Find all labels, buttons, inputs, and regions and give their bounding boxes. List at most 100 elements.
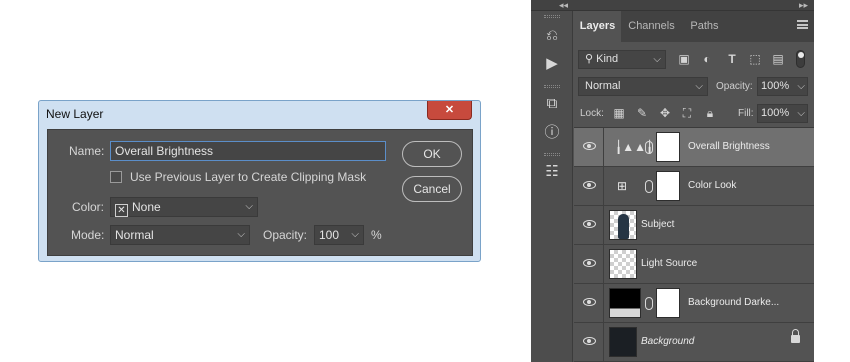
name-label: Name:	[69, 144, 105, 158]
layer-mask-thumbnail[interactable]	[656, 288, 680, 318]
panel-menu-icon[interactable]	[797, 20, 808, 29]
curves-adjustment-icon[interactable]: ⊞	[617, 179, 627, 193]
layer-opacity-label: Opacity:	[716, 81, 753, 92]
fill-input[interactable]: 100% ⌵	[757, 104, 808, 123]
mode-select-value: Normal	[115, 228, 154, 242]
chevron-down-icon[interactable]: ⌵	[351, 226, 359, 244]
history-icon[interactable]: ⎌	[539, 25, 565, 47]
gradient-adjustment-thumbnail[interactable]	[609, 288, 641, 318]
filter-kind-value: Kind	[596, 53, 619, 65]
new-layer-dialog: New Layer ✕ Name: Overall Brightness OK …	[38, 100, 481, 262]
grip-handle[interactable]	[544, 85, 560, 88]
chevron-down-icon[interactable]: ⌵	[797, 105, 805, 122]
blend-mode-select[interactable]: Normal ⌵	[578, 77, 708, 96]
layer-mask-thumbnail[interactable]	[656, 132, 680, 162]
collapse-right-icon[interactable]: ▸▸	[799, 0, 808, 10]
layer-row-color-look[interactable]: ⊞ Color Look	[574, 167, 814, 206]
layer-opacity-input[interactable]: 100% ⌵	[757, 77, 808, 96]
opacity-input[interactable]: 100 ⌵	[314, 225, 364, 245]
link-icon[interactable]	[645, 297, 653, 310]
lock-label: Lock:	[580, 108, 604, 119]
type-filter-icon[interactable]: T	[725, 52, 739, 66]
eye-icon	[583, 220, 596, 228]
adjustment-filter-icon[interactable]: ◐	[700, 52, 714, 66]
layer-name: Background Darke...	[688, 297, 780, 308]
fill-label: Fill:	[738, 108, 754, 119]
layer-thumbnail[interactable]	[609, 249, 637, 279]
layer-mask-thumbnail[interactable]	[656, 171, 680, 201]
collapsed-panels-column: ⎌ ▶ ⧉ ⓘ ☷	[531, 11, 573, 362]
close-button[interactable]: ✕	[427, 101, 472, 120]
tab-layers[interactable]: Layers	[574, 11, 621, 42]
subject-figure-image	[618, 214, 629, 239]
link-icon[interactable]	[645, 141, 653, 154]
layer-name: Color Look	[688, 180, 737, 191]
smart-object-filter-icon[interactable]: ▤	[771, 52, 785, 66]
mode-label: Mode:	[71, 228, 105, 242]
lock-transparent-pixels-icon[interactable]: ▦	[612, 106, 626, 120]
chevron-down-icon: ⌵	[653, 54, 661, 65]
layer-thumbnail[interactable]	[609, 210, 637, 240]
eye-icon	[583, 181, 596, 189]
layer-thumbnail[interactable]	[609, 327, 637, 357]
clipping-mask-label: Use Previous Layer to Create Clipping Ma…	[130, 170, 367, 184]
layer-opacity-value: 100%	[761, 80, 790, 92]
mode-select[interactable]: Normal ⌵	[110, 225, 250, 245]
opacity-input-value: 100	[319, 228, 340, 242]
3d-cube-icon[interactable]: ⧉	[539, 93, 565, 115]
layers-panel: Layers Channels Paths ⚲ Kind ⌵ ▣ ◐ T ⬚ ▤	[574, 11, 814, 362]
dialog-title: New Layer	[46, 107, 104, 121]
shape-filter-icon[interactable]: ⬚	[748, 52, 762, 66]
color-label: Color:	[72, 200, 105, 214]
lock-position-icon[interactable]: ✥	[658, 106, 672, 120]
chevron-down-icon[interactable]: ⌵	[797, 78, 805, 95]
tab-paths[interactable]: Paths	[682, 11, 727, 42]
layer-name: Background	[641, 336, 695, 347]
chevron-down-icon: ⌵	[245, 201, 253, 212]
layers-panel-dock: ◂◂ ▸▸ ⎌ ▶ ⧉ ⓘ ☷ Layers Channels Paths ⚲ …	[531, 0, 814, 362]
grip-handle[interactable]	[544, 153, 560, 156]
visibility-toggle[interactable]	[574, 245, 604, 284]
layer-row-light-source[interactable]: Light Source	[574, 245, 814, 284]
visibility-toggle[interactable]	[574, 323, 604, 362]
info-icon[interactable]: ⓘ	[539, 122, 565, 144]
clipping-mask-checkbox[interactable]	[110, 171, 122, 183]
visibility-toggle[interactable]	[574, 167, 604, 206]
layer-name: Subject	[641, 219, 675, 230]
visibility-toggle[interactable]	[574, 128, 604, 167]
chevron-down-icon: ⌵	[695, 81, 703, 92]
filter-toggle-knob	[798, 52, 804, 58]
filter-row: ⚲ Kind ⌵ ▣ ◐ T ⬚ ▤	[574, 48, 814, 70]
lock-icon[interactable]	[791, 329, 800, 343]
layer-name: Light Source	[641, 258, 698, 269]
layers-list: ╽▲▲╽ Overall Brightness ⊞ Color Look Sub…	[574, 127, 814, 362]
visibility-toggle[interactable]	[574, 206, 604, 245]
visibility-toggle[interactable]	[574, 284, 604, 323]
ok-button[interactable]: OK	[402, 141, 462, 167]
lock-all-icon[interactable]: 🔒︎	[703, 106, 717, 120]
eye-icon	[583, 298, 596, 306]
collapse-left-icon[interactable]: ◂◂	[559, 0, 568, 10]
no-color-icon: ✕	[115, 204, 128, 217]
link-icon[interactable]	[645, 180, 653, 193]
blend-row: Normal ⌵ Opacity: 100% ⌵	[574, 75, 814, 97]
lock-artboard-icon[interactable]: ⛶	[680, 106, 694, 120]
filter-kind-select[interactable]: ⚲ Kind ⌵	[578, 50, 666, 69]
blend-mode-value: Normal	[585, 80, 621, 92]
tab-channels[interactable]: Channels	[622, 11, 681, 42]
properties-icon[interactable]: ☷	[539, 161, 565, 183]
layer-row-background-darken[interactable]: Background Darke...	[574, 284, 814, 323]
pixel-filter-icon[interactable]: ▣	[677, 52, 691, 66]
layer-row-overall-brightness[interactable]: ╽▲▲╽ Overall Brightness	[574, 128, 814, 167]
name-input[interactable]: Overall Brightness	[110, 141, 386, 161]
dock-top-strip: ◂◂ ▸▸	[531, 0, 814, 11]
layer-name: Overall Brightness	[688, 141, 770, 152]
layer-row-background[interactable]: Background	[574, 323, 814, 362]
cancel-button[interactable]: Cancel	[402, 176, 462, 202]
play-actions-icon[interactable]: ▶	[539, 53, 565, 75]
lock-image-pixels-icon[interactable]: ✎	[635, 106, 649, 120]
eye-icon	[583, 337, 596, 345]
layer-row-subject[interactable]: Subject	[574, 206, 814, 245]
grip-handle[interactable]	[544, 15, 560, 18]
color-select[interactable]: ✕ None ⌵	[110, 197, 258, 217]
